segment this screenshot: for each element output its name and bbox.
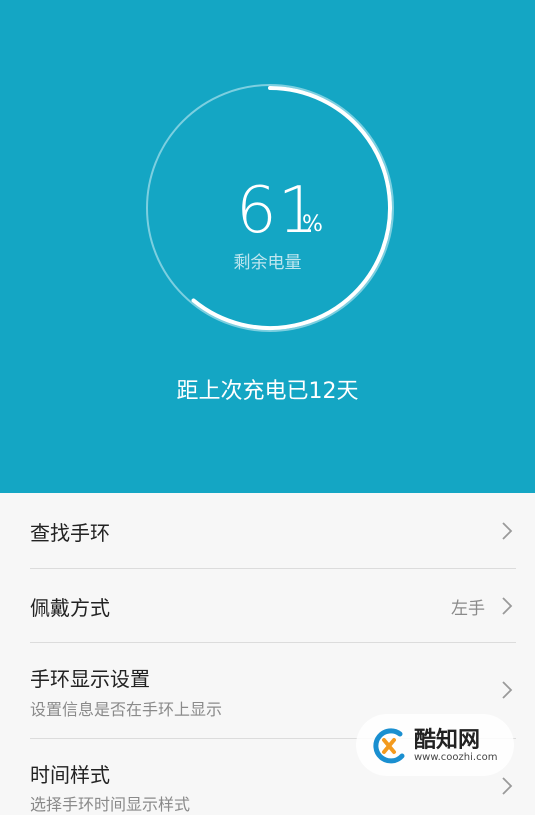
chevron-right-icon [502,777,513,795]
coozhi-logo-icon [373,728,405,764]
battery-header: 61 % 剩余电量 距上次充电已12天 [0,0,535,493]
settings-item-title: 时间样式 [30,763,110,787]
battery-remaining-label: 剩余电量 [233,253,302,273]
settings-item-value: 左手 [451,599,485,619]
since-last-charge-text: 距上次充电已12天 [176,379,359,404]
settings-item-find-band[interactable]: 查找手环 [0,493,535,569]
watermark-url: www.coozhi.com [414,752,498,763]
battery-percent-unit: % [302,212,323,237]
chevron-right-icon [502,522,513,540]
chevron-right-icon [502,681,513,699]
settings-item-title: 手环显示设置 [30,667,150,691]
settings-item-wear-mode[interactable]: 佩戴方式 左手 [0,569,535,643]
settings-item-subtitle: 设置信息是否在手环上显示 [30,700,223,719]
chevron-right-icon [502,597,513,615]
settings-item-title: 佩戴方式 [30,596,110,620]
settings-item-title: 查找手环 [30,521,110,545]
watermark-badge: 酷知网 www.coozhi.com [356,714,514,776]
watermark-brand: 酷知网 [414,728,481,753]
settings-item-subtitle: 选择手环时间显示样式 [30,795,191,814]
